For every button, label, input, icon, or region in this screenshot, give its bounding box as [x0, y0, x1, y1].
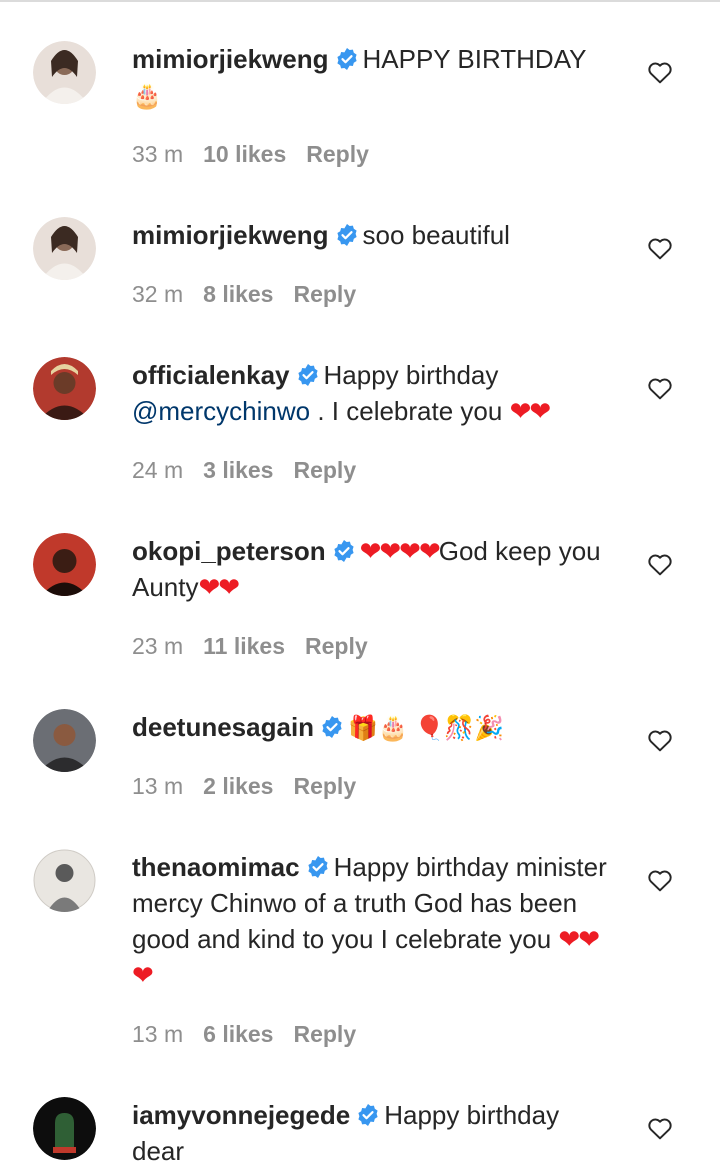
- comment-likes[interactable]: 3 likes: [203, 457, 273, 483]
- comment-body: Happy birthday: [323, 360, 499, 390]
- comment-text: deetunesagain 🎁🎂 🎈🎊🎉: [132, 709, 612, 747]
- comment-body-cont: . I celebrate you: [310, 396, 510, 426]
- comment-meta: 13 m 2 likes Reply: [132, 773, 376, 800]
- reply-button[interactable]: Reply: [293, 281, 356, 307]
- comment-time: 13 m: [132, 773, 184, 799]
- comment-time: 33 m: [132, 141, 184, 167]
- verified-badge-icon: [333, 540, 354, 562]
- verified-badge-icon: [336, 48, 357, 70]
- comment-likes[interactable]: 6 likes: [203, 1021, 273, 1047]
- comment-username[interactable]: deetunesagain: [132, 712, 314, 742]
- comment-likes[interactable]: 10 likes: [203, 141, 286, 167]
- comment-time: 32 m: [132, 281, 184, 307]
- avatar[interactable]: [33, 533, 96, 596]
- comment-meta: 24 m 3 likes Reply: [132, 457, 376, 484]
- comment-username[interactable]: officialenkay: [132, 360, 290, 390]
- birthday-cake-emoji: 🎂: [132, 83, 162, 110]
- comment-text: mimiorjiekweng HAPPY BIRTHDAY 🎂: [132, 41, 612, 115]
- comment-body: soo beautiful: [362, 220, 510, 250]
- avatar[interactable]: [33, 1097, 96, 1160]
- comment-text: iamyvonnejegede Happy birthday dear: [132, 1097, 612, 1169]
- avatar[interactable]: [33, 849, 96, 912]
- comment-text: thenaomimac Happy birthday minister mercy…: [132, 849, 612, 993]
- heart-emoji: ❤❤: [198, 572, 241, 602]
- comment-username[interactable]: okopi_peterson: [132, 536, 326, 566]
- mention-link[interactable]: @mercychinwo: [132, 396, 310, 426]
- comment-meta: 13 m 6 likes Reply: [132, 1021, 376, 1048]
- avatar[interactable]: [33, 709, 96, 772]
- heart-outline-icon[interactable]: [647, 728, 673, 752]
- reply-button[interactable]: Reply: [293, 457, 356, 483]
- heart-outline-icon[interactable]: [647, 376, 673, 400]
- comment-meta: 33 m 10 likes Reply: [132, 141, 389, 168]
- verified-badge-icon: [358, 1104, 378, 1126]
- heart-outline-icon[interactable]: [647, 1116, 673, 1140]
- verified-badge-icon: [297, 364, 318, 386]
- comment-time: 24 m: [132, 457, 184, 483]
- avatar[interactable]: [33, 41, 96, 104]
- avatar[interactable]: [33, 217, 96, 280]
- comment-username[interactable]: mimiorjiekweng: [132, 220, 329, 250]
- reply-button[interactable]: Reply: [293, 1021, 356, 1047]
- comment-username[interactable]: thenaomimac: [132, 852, 300, 882]
- comment-text: mimiorjiekweng soo beautiful: [132, 217, 612, 253]
- reply-button[interactable]: Reply: [306, 141, 369, 167]
- comment-meta: 23 m 11 likes Reply: [132, 633, 388, 660]
- verified-badge-icon: [308, 856, 328, 878]
- top-divider: [0, 0, 720, 2]
- comment-time: 23 m: [132, 633, 184, 659]
- heart-outline-icon[interactable]: [647, 60, 673, 84]
- comment-likes[interactable]: 8 likes: [203, 281, 273, 307]
- avatar[interactable]: [33, 357, 96, 420]
- verified-badge-icon: [336, 224, 357, 246]
- comment-text: okopi_peterson ❤❤❤❤God keep you Aunty❤❤: [132, 533, 612, 605]
- celebration-emoji: 🎁🎂 🎈🎊🎉: [348, 715, 505, 742]
- comment-text: officialenkay Happy birthday @mercychinwo …: [132, 357, 612, 429]
- comment-likes[interactable]: 2 likes: [203, 773, 273, 799]
- reply-button[interactable]: Reply: [293, 773, 356, 799]
- heart-emoji: ❤❤❤❤: [359, 536, 441, 566]
- comment-meta: 32 m 8 likes Reply: [132, 281, 376, 308]
- reply-button[interactable]: Reply: [305, 633, 368, 659]
- verified-badge-icon: [322, 716, 342, 738]
- heart-emoji: ❤❤: [509, 396, 552, 426]
- comment-time: 13 m: [132, 1021, 184, 1047]
- heart-outline-icon[interactable]: [647, 236, 673, 260]
- comment-username[interactable]: iamyvonnejegede: [132, 1100, 350, 1130]
- comment-likes[interactable]: 11 likes: [203, 633, 285, 659]
- heart-outline-icon[interactable]: [647, 552, 673, 576]
- comment-body: HAPPY BIRTHDAY: [362, 44, 587, 74]
- heart-outline-icon[interactable]: [647, 868, 673, 892]
- comment-username[interactable]: mimiorjiekweng: [132, 44, 329, 74]
